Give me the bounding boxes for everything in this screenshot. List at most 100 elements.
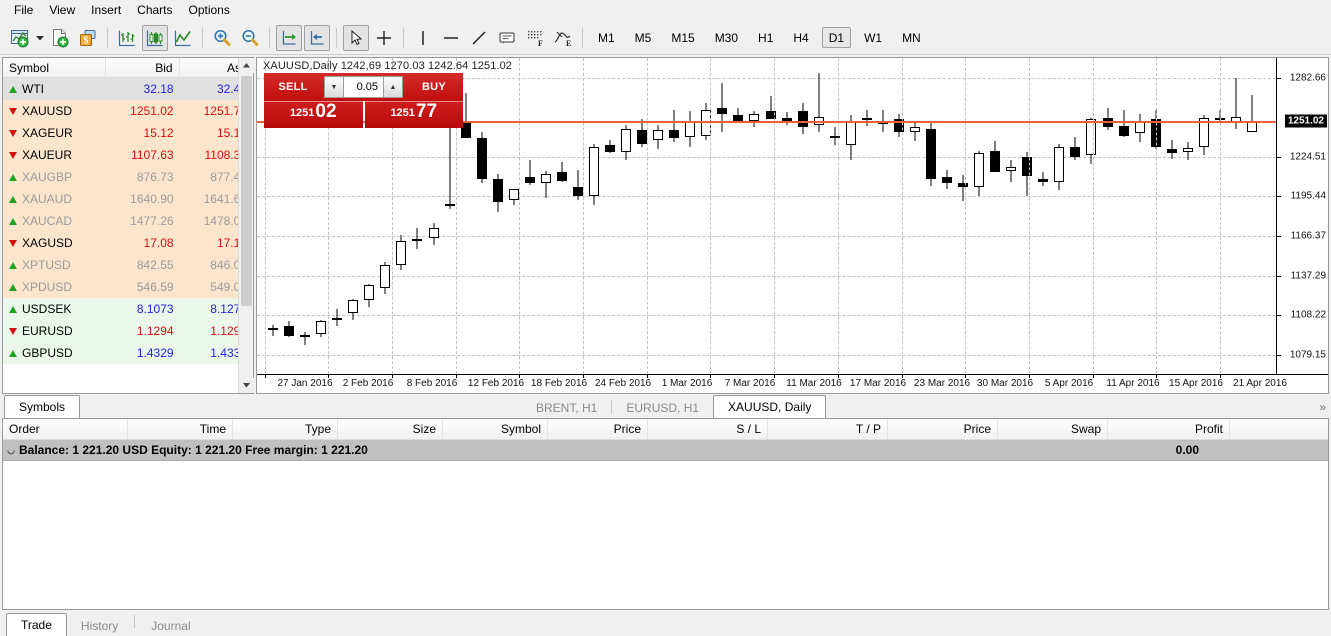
line-chart-icon[interactable] — [170, 25, 196, 51]
bid-cell: 17.08 — [143, 236, 174, 250]
zoom-in-icon[interactable] — [209, 25, 235, 51]
terminal-column-swap[interactable]: Swap — [998, 419, 1108, 439]
terminal-body[interactable]: ◡ Balance: 1 221.20 USD Equity: 1 221.20… — [3, 440, 1328, 609]
tab-trade[interactable]: Trade — [6, 613, 67, 636]
timeframe-h4[interactable]: H4 — [786, 27, 815, 48]
chart-tab-xauusd-daily[interactable]: XAUUSD, Daily — [713, 395, 827, 418]
market-watch-scrollbar[interactable] — [238, 58, 254, 393]
trendline-icon[interactable] — [466, 25, 492, 51]
candlestick-chart-icon[interactable] — [142, 24, 168, 51]
market-watch-row[interactable]: XAUGBP 876.73 877.48 — [3, 166, 253, 188]
chart-tab-eurusd-h1[interactable]: EURUSD, H1 — [612, 397, 714, 418]
menu-item-insert[interactable]: Insert — [83, 1, 129, 20]
candle-body — [476, 138, 487, 180]
chart-panel[interactable]: XAUUSD,Daily 1242,69 1270.03 1242.64 125… — [256, 57, 1329, 394]
tab-journal[interactable]: Journal — [137, 615, 204, 636]
chart-tab-brent-h1[interactable]: BRENT, H1 — [522, 397, 612, 418]
candlestick — [877, 58, 888, 374]
one-click-trading-panel[interactable]: SELL ▼ 0.05 ▲ BUY 1251 02 1251 77 — [264, 73, 464, 128]
price-axis[interactable]: 1282.66 1251.02 1224.51 1195.44 1166.37 1137.… — [1276, 58, 1328, 374]
market-watch-row[interactable]: XAGEUR 15.12 15.17 — [3, 122, 253, 144]
chart-tabs-overflow-icon[interactable]: » — [1319, 400, 1326, 414]
account-summary-row[interactable]: ◡ Balance: 1 221.20 USD Equity: 1 221.20… — [3, 440, 1328, 461]
terminal-column-price[interactable]: Price — [888, 419, 998, 439]
volume-input[interactable]: 0.05 — [344, 76, 383, 98]
terminal-column-size[interactable]: Size — [338, 419, 443, 439]
timeframe-d1[interactable]: D1 — [821, 27, 852, 48]
vertical-gridline — [583, 58, 584, 374]
terminal-column-profit[interactable]: Profit — [1108, 419, 1230, 439]
scroll-down-icon[interactable] — [238, 378, 254, 393]
timeframe-m5[interactable]: M5 — [628, 27, 659, 48]
price-axis-label: 1195.44 — [1290, 190, 1326, 202]
column-header-symbol[interactable]: Symbol — [3, 58, 107, 77]
terminal-column-s-l[interactable]: S / L — [648, 419, 768, 439]
buy-price-button[interactable]: 1251 77 — [364, 101, 464, 128]
terminal-column-t-p[interactable]: T / P — [768, 419, 888, 439]
indicators-icon[interactable]: E — [550, 25, 576, 51]
market-watch-row[interactable]: XAUCAD 1477.26 1478.01 — [3, 210, 253, 232]
timeframe-m30[interactable]: M30 — [708, 27, 745, 48]
time-axis-label: 18 Feb 2016 — [530, 378, 588, 389]
crosshair-icon[interactable] — [371, 25, 397, 51]
scroll-up-icon[interactable] — [238, 58, 254, 73]
volume-stepper[interactable]: ▼ 0.05 ▲ — [322, 73, 405, 101]
tab-history[interactable]: History — [67, 615, 132, 636]
arrow-down-icon — [9, 151, 17, 159]
menu-item-file[interactable]: File — [6, 1, 41, 20]
accounts-icon[interactable]: $ — [75, 25, 101, 51]
chart-shift-icon[interactable] — [304, 24, 330, 51]
market-watch-row[interactable]: XPTUSD 842.55 846.05 — [3, 254, 253, 276]
market-watch-row[interactable]: USDSEK 8.1073 8.1273 — [3, 298, 253, 320]
volume-decrease-icon[interactable]: ▼ — [324, 76, 344, 98]
market-watch-row[interactable]: XAUEUR 1107.63 1108.38 — [3, 144, 253, 166]
horizontal-line-icon[interactable] — [438, 25, 464, 51]
terminal-column-price[interactable]: Price — [548, 419, 648, 439]
terminal-column-order[interactable]: Order — [3, 419, 128, 439]
scrollbar-thumb[interactable] — [241, 76, 252, 306]
market-watch-row[interactable]: XPDUSD 546.59 549.09 — [3, 276, 253, 298]
fibonacci-icon[interactable]: F — [522, 25, 548, 51]
menu-item-options[interactable]: Options — [181, 1, 238, 20]
market-watch-row[interactable]: XAGUSD 17.08 17.13 — [3, 232, 253, 254]
sell-button-label[interactable]: SELL — [264, 73, 322, 101]
bar-chart-icon[interactable] — [114, 25, 140, 51]
vertical-line-icon[interactable] — [410, 25, 436, 51]
zoom-out-icon[interactable] — [237, 25, 263, 51]
market-watch-row[interactable]: XAUUSD 1251.02 1251.77 — [3, 100, 253, 122]
time-axis-label: 27 Jan 2016 — [277, 378, 333, 389]
market-watch-rows[interactable]: WTI 32.18 32.48 XAUUSD 1251.02 1251.77 XAGEUR 1… — [3, 78, 253, 393]
cursor-icon[interactable] — [343, 24, 369, 51]
sell-price-button[interactable]: 1251 02 — [264, 101, 363, 128]
terminal-column-time[interactable]: Time — [128, 419, 233, 439]
expander-icon[interactable]: ◡ — [3, 445, 19, 456]
market-watch-row[interactable]: XAUAUD 1640.90 1641.65 — [3, 188, 253, 210]
buy-button-label[interactable]: BUY — [405, 73, 463, 101]
time-axis[interactable]: 27 Jan 2016 2 Feb 2016 8 Feb 2016 12 Feb 20… — [257, 374, 1328, 393]
candlestick — [733, 58, 744, 374]
candlestick — [925, 58, 936, 374]
timeframe-w1[interactable]: W1 — [857, 27, 889, 48]
column-header-bid[interactable]: Bid — [106, 58, 180, 77]
new-chart-dropdown-arrow[interactable] — [34, 25, 46, 51]
market-watch-row[interactable]: EURUSD 1.1294 1.1297 — [3, 320, 253, 342]
new-chart-icon[interactable] — [7, 25, 33, 51]
tab-symbols[interactable]: Symbols — [4, 395, 81, 418]
new-order-icon[interactable] — [47, 25, 73, 51]
timeframe-m15[interactable]: M15 — [664, 27, 701, 48]
candle-body — [572, 187, 583, 196]
timeframe-h1[interactable]: H1 — [751, 27, 780, 48]
main-workspace: Symbol Bid Ask WTI 32.18 32.48 XAUUSD 1251.0… — [0, 55, 1331, 636]
terminal-column-type[interactable]: Type — [233, 419, 338, 439]
text-label-icon[interactable] — [494, 25, 520, 51]
timeframe-m1[interactable]: M1 — [591, 27, 622, 48]
volume-increase-icon[interactable]: ▲ — [383, 76, 403, 98]
arrow-down-icon — [9, 327, 17, 335]
menu-item-charts[interactable]: Charts — [129, 1, 180, 20]
market-watch-row[interactable]: GBPUSD 1.4329 1.4332 — [3, 342, 253, 364]
auto-scroll-icon[interactable] — [276, 24, 302, 51]
timeframe-mn[interactable]: MN — [895, 27, 928, 48]
terminal-column-symbol[interactable]: Symbol — [443, 419, 548, 439]
market-watch-row[interactable]: WTI 32.18 32.48 — [3, 78, 253, 100]
menu-item-view[interactable]: View — [41, 1, 83, 20]
